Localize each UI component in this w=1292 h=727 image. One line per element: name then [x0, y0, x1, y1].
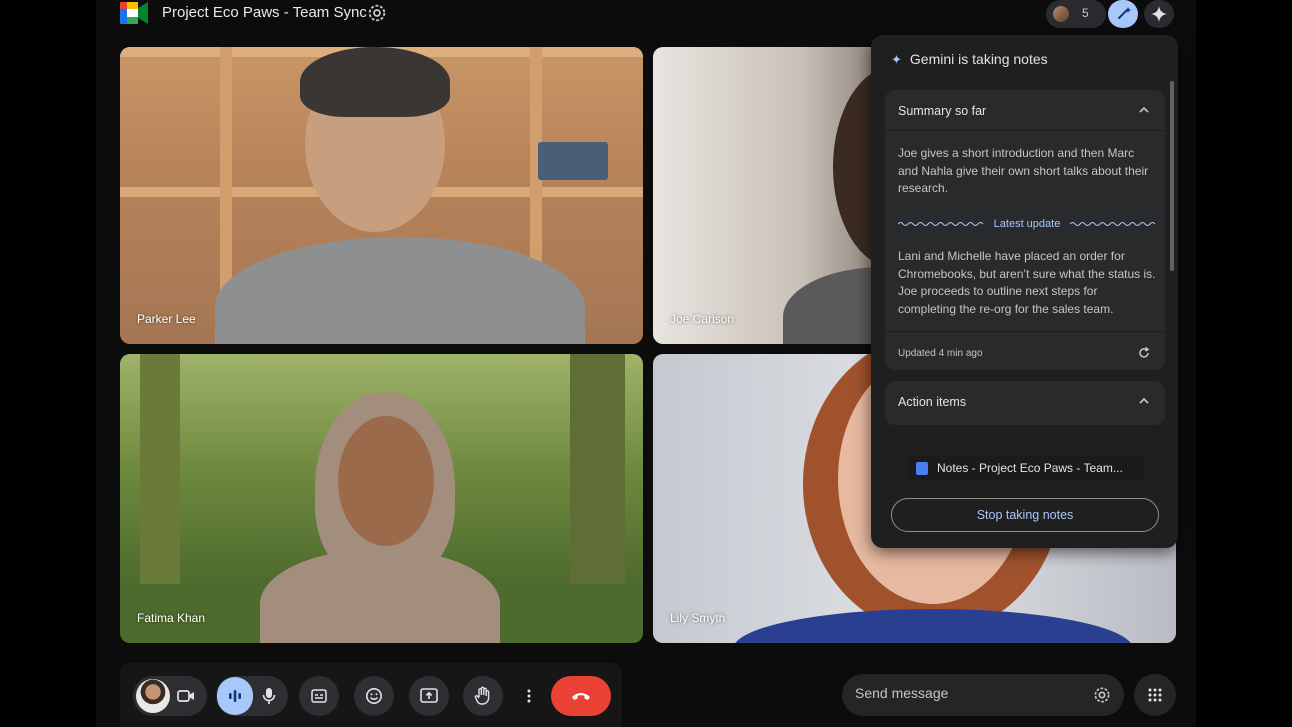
notes-icon: [1118, 7, 1131, 19]
person-face: [338, 416, 434, 546]
summary-header[interactable]: Summary so far: [885, 90, 1165, 130]
participant-name: Lily Smyth: [670, 611, 726, 625]
meet-window: Project Eco Paws - Team Sync 5 Parker Le…: [0, 0, 1292, 727]
mic-group: [216, 676, 288, 716]
latest-update-divider: Latest update: [898, 216, 1156, 232]
sparkle-icon: ✦: [891, 52, 902, 67]
doc-link-label: Notes - Project Eco Paws - Team...: [937, 461, 1123, 475]
panel-title: Gemini is taking notes: [909, 51, 1048, 67]
raise-hand-button[interactable]: [463, 676, 503, 716]
top-bar: Project Eco Paws - Team Sync 5: [120, 0, 1180, 28]
more-icon: [527, 689, 531, 703]
participant-name: Fatima Khan: [137, 611, 206, 625]
divider: [885, 331, 1165, 332]
more-options-button[interactable]: [517, 676, 541, 716]
panel-header: ✦ Gemini is taking notes: [891, 51, 1048, 68]
camera-group: [133, 676, 207, 716]
summary-card: Summary so far Joe gives a short introdu…: [885, 90, 1165, 370]
chevron-up-icon[interactable]: [1137, 103, 1151, 117]
meet-logo-icon: [120, 2, 148, 24]
video-tile-fatima-khan[interactable]: Fatima Khan: [120, 354, 643, 643]
video-tile-parker-lee[interactable]: Parker Lee: [120, 47, 643, 344]
stop-taking-notes-button[interactable]: Stop taking notes: [891, 498, 1159, 532]
notes-doc-link[interactable]: Notes - Project Eco Paws - Team...: [907, 455, 1145, 481]
divider: [885, 130, 1165, 131]
action-items-title: Action items: [898, 395, 967, 409]
emoji-icon: [366, 688, 382, 704]
audio-level-icon: [229, 690, 241, 702]
apps-icon: [1148, 688, 1162, 702]
gemini-button[interactable]: [1144, 0, 1174, 28]
apps-button[interactable]: [1134, 674, 1176, 716]
take-notes-button[interactable]: [1108, 0, 1138, 28]
doc-icon: [916, 462, 928, 475]
audio-level-button[interactable]: [217, 677, 253, 715]
people-button[interactable]: 5: [1046, 0, 1106, 28]
camera-icon[interactable]: [177, 688, 195, 704]
self-avatar[interactable]: [136, 679, 170, 713]
settings-icon[interactable]: [1092, 685, 1112, 705]
mic-icon[interactable]: [262, 687, 276, 705]
reactions-button[interactable]: [354, 676, 394, 716]
participant-count: 5: [1082, 6, 1089, 20]
latest-update-text: Lani and Michelle have placed an order f…: [898, 249, 1156, 316]
action-items-card[interactable]: Action items: [885, 381, 1165, 425]
captions-icon: [311, 689, 327, 703]
present-icon: [420, 688, 438, 703]
person-body: [733, 609, 1133, 643]
message-input[interactable]: [855, 685, 1075, 701]
gemini-notes-panel: ✦ Gemini is taking notes Summary so far J…: [871, 35, 1178, 548]
hangup-icon: [572, 693, 590, 700]
participant-avatar: [1051, 4, 1071, 24]
wave-line: [1070, 222, 1156, 226]
participant-name: Joe Carlson: [670, 312, 735, 326]
action-items-header[interactable]: Action items: [885, 381, 1165, 421]
settings-icon[interactable]: [366, 2, 388, 24]
summary-text: Joe gives a short introduction and then …: [898, 146, 1149, 195]
leave-call-button[interactable]: [551, 676, 611, 716]
sparkle-icon: [1151, 6, 1167, 22]
summary-title: Summary so far: [898, 104, 987, 118]
updated-timestamp: Updated 4 min ago: [898, 348, 983, 359]
captions-button[interactable]: [299, 676, 339, 716]
refresh-icon[interactable]: [1137, 346, 1151, 360]
send-message-box: [842, 674, 1124, 716]
participant-name: Parker Lee: [137, 312, 196, 326]
raise-hand-icon: [474, 686, 490, 705]
meeting-title: Project Eco Paws - Team Sync: [162, 4, 367, 21]
person-hair: [300, 47, 450, 117]
storage-box: [538, 142, 608, 180]
present-button[interactable]: [409, 676, 449, 716]
scrollbar[interactable]: [1170, 81, 1174, 271]
chevron-up-icon[interactable]: [1137, 394, 1151, 408]
call-controls: [120, 663, 622, 727]
